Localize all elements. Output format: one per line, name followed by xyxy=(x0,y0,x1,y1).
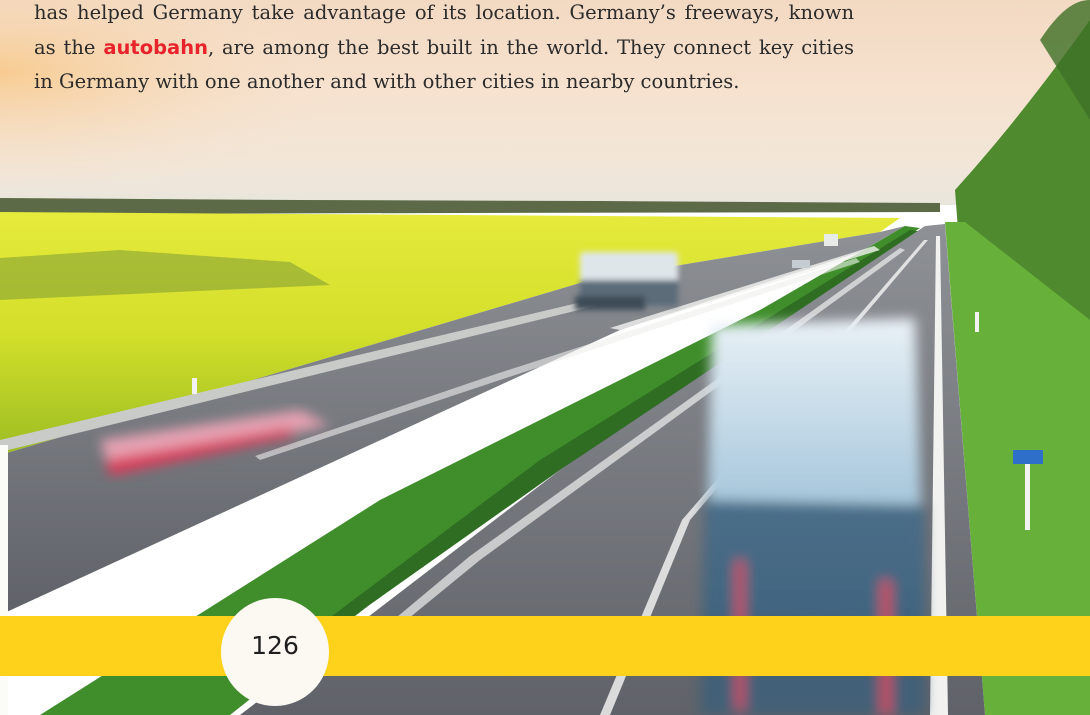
autobahn-photo xyxy=(0,0,1090,715)
footer-band xyxy=(0,616,1090,676)
textbook-page: has helped Germany take advantage of its… xyxy=(0,0,1090,715)
body-text-paragraph: has helped Germany take advantage of its… xyxy=(34,0,854,100)
page-number: 126 xyxy=(251,630,299,660)
vocabulary-term-autobahn[interactable]: autobahn xyxy=(103,36,208,59)
page-number-badge: 126 xyxy=(221,598,329,706)
